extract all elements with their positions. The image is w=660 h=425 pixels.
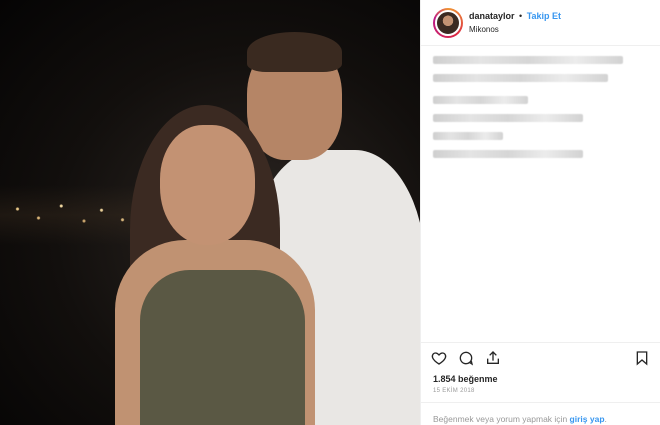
user-line: danataylor • Takip Et [469,10,561,23]
photo-figure-woman-top [140,270,305,425]
avatar[interactable] [433,7,463,38]
instagram-post: danataylor • Takip Et Mikonos 1.854 beğe… [0,0,660,425]
action-bar [421,342,660,372]
photo-figure-man-hair [247,32,342,72]
follow-button[interactable]: Takip Et [527,11,561,21]
login-prompt-suffix: . [604,414,607,424]
username-link[interactable]: danataylor [469,11,515,21]
separator-dot: • [519,10,523,21]
avatar-image [435,9,461,36]
likes-count[interactable]: 1.854 beğenme [421,372,660,384]
login-prompt-text: Beğenmek veya yorum yapmak için [433,414,568,424]
post-date: 15 EKİM 2018 [433,388,475,394]
bookmark-icon[interactable] [634,350,650,366]
post-side-panel: danataylor • Takip Et Mikonos 1.854 beğe… [420,0,660,425]
location-link[interactable]: Mikonos [469,23,561,36]
login-link[interactable]: giriş yap [570,414,605,424]
blurred-comment-line [433,96,528,104]
comment-icon[interactable] [458,350,474,366]
user-block: danataylor • Takip Et Mikonos [469,10,561,36]
login-prompt: Beğenmek veya yorum yapmak için giriş ya… [421,402,660,425]
post-header: danataylor • Takip Et Mikonos [421,0,660,46]
blurred-comment-line [433,150,583,158]
comments-section [421,46,660,342]
blurred-comment-line [433,132,503,140]
blurred-comment-line [433,56,623,64]
post-photo[interactable] [0,0,420,425]
share-icon[interactable] [485,350,501,366]
heart-icon[interactable] [431,350,447,366]
photo-figure-woman-face [160,125,255,245]
blurred-comment-line [433,114,583,122]
blurred-comment-line [433,74,608,82]
